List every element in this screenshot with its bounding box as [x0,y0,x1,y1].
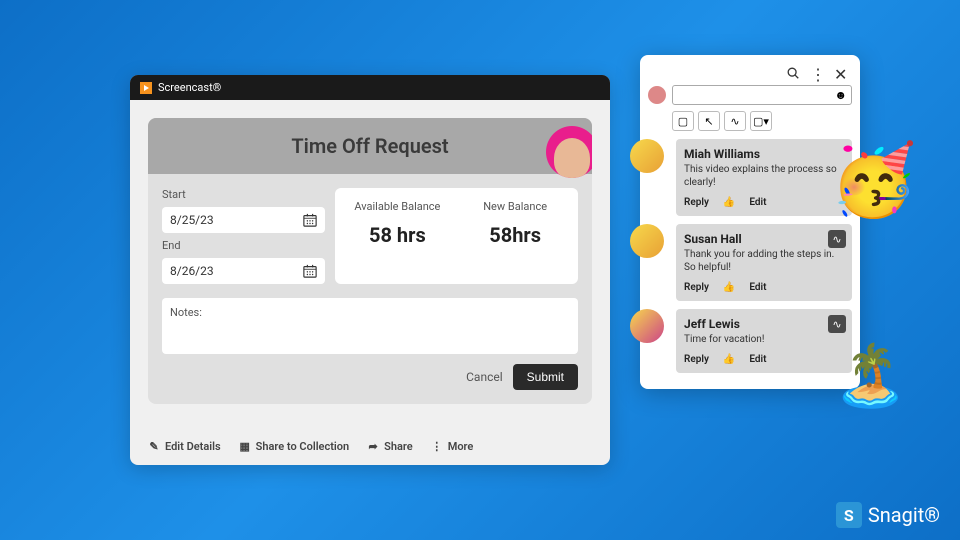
new-balance-value: 58hrs [460,223,570,247]
share-icon: ➦ [367,441,379,453]
user-avatar[interactable] [546,126,592,178]
form-header: Time Off Request [148,118,592,174]
party-emoji: 🥳 [830,140,920,230]
edit-button[interactable]: Edit [749,354,766,365]
end-date-value: 8/26/23 [170,264,214,278]
form-title: Time Off Request [291,134,448,158]
time-off-form: Time Off Request Start 8/25/23 End 8/26/… [148,118,592,404]
palm-tree-emoji: 🏝️ [833,340,908,411]
reply-button[interactable]: Reply [684,197,709,208]
reply-button[interactable]: Reply [684,354,709,365]
snagit-mark-icon: S [836,502,862,528]
available-balance-label: Available Balance [343,200,453,213]
search-icon[interactable] [786,65,800,79]
calendar-icon[interactable] [303,264,317,278]
comment-text: Thank you for adding the steps in. So he… [684,248,844,274]
start-label: Start [162,188,325,201]
bottom-toolbar: ✎ Edit Details ▦ Share to Collection ➦ S… [148,440,473,453]
app-name: Screencast® [158,81,221,94]
notes-label: Notes: [170,306,202,319]
more-icon[interactable]: ⋮ [810,65,824,79]
comment-item: ∿ Susan Hall Thank you for adding the st… [648,224,852,301]
new-balance-label: New Balance [460,200,570,213]
edit-button[interactable]: Edit [749,197,766,208]
grid-icon: ▦ [239,441,251,453]
end-label: End [162,239,325,252]
commenter-avatar [630,139,664,173]
emoji-icon[interactable]: ☻ [834,88,847,102]
start-date-value: 8/25/23 [170,213,214,227]
more-button[interactable]: ⋮ More [431,440,474,453]
shape-dropdown[interactable]: ▢▾ [750,111,772,131]
titlebar: Screencast® [130,75,610,100]
edit-button[interactable]: Edit [749,282,766,293]
like-icon[interactable]: 👍 [723,282,735,293]
comment-item: Miah Williams This video explains the pr… [648,139,852,216]
end-date-input[interactable]: 8/26/23 [162,258,325,284]
rectangle-tool[interactable]: ▢ [672,111,694,131]
start-date-input[interactable]: 8/25/23 [162,207,325,233]
snagit-logo: S Snagit® [836,502,940,528]
edit-details-button[interactable]: ✎ Edit Details [148,440,221,453]
comment-item: ∿ Jeff Lewis Time for vacation! Reply 👍 … [648,309,852,373]
commenter-avatar [630,224,664,258]
commenter-avatar [630,309,664,343]
current-user-avatar [648,86,666,104]
annotation-tools: ▢ ↖ ∿ ▢▾ [672,111,852,131]
share-button[interactable]: ➦ Share [367,440,413,453]
pencil-icon: ✎ [148,441,160,453]
like-icon[interactable]: 👍 [723,197,735,208]
like-icon[interactable]: 👍 [723,354,735,365]
commenter-name: Jeff Lewis [684,317,844,331]
close-icon[interactable]: ✕ [834,65,848,79]
commenter-name: Miah Williams [684,147,844,161]
annotation-marker-icon[interactable]: ∿ [828,230,846,248]
commenter-name: Susan Hall [684,232,844,246]
calendar-icon[interactable] [303,213,317,227]
snagit-text: Snagit® [868,503,940,527]
app-window: Screencast® Time Off Request Start 8/25/… [130,75,610,465]
comment-input[interactable]: ☻ [672,85,852,105]
balance-card: Available Balance 58 hrs New Balance 58h… [335,188,579,284]
cancel-button[interactable]: Cancel [466,370,503,384]
notes-input[interactable]: Notes: [162,298,578,354]
available-balance-value: 58 hrs [343,223,453,247]
comment-text: Time for vacation! [684,333,844,346]
line-tool[interactable]: ∿ [724,111,746,131]
comments-panel: ⋮ ✕ ☻ ▢ ↖ ∿ ▢▾ Miah Williams This video … [640,55,860,389]
share-to-collection-button[interactable]: ▦ Share to Collection [239,440,350,453]
annotation-marker-icon[interactable]: ∿ [828,315,846,333]
arrow-tool[interactable]: ↖ [698,111,720,131]
more-icon: ⋮ [431,441,443,453]
reply-button[interactable]: Reply [684,282,709,293]
comment-text: This video explains the process so clear… [684,163,844,189]
submit-button[interactable]: Submit [513,364,578,390]
play-icon [140,82,152,94]
